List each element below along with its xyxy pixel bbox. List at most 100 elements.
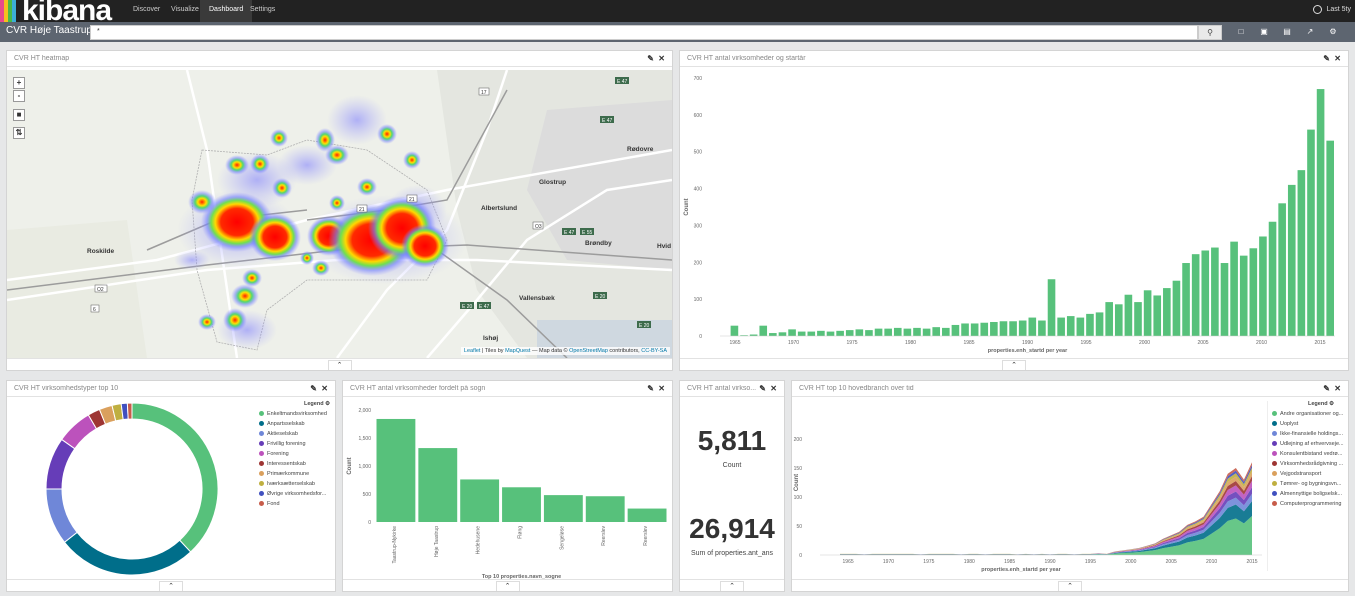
legend-item[interactable]: Aktieselskab bbox=[259, 431, 298, 437]
legend-item[interactable]: Virksomhedsrådgivning ... bbox=[1272, 461, 1343, 467]
license-link[interactable]: CC-BY-SA bbox=[641, 348, 667, 354]
y-tick-label: 100 bbox=[694, 297, 703, 303]
expand-caret[interactable]: ⌃ bbox=[1002, 360, 1026, 370]
bar bbox=[585, 496, 625, 522]
legend-item[interactable]: Øvrige virksomhedsfor... bbox=[259, 491, 326, 497]
x-axis-label: properties.enh_startd per year bbox=[981, 567, 1061, 573]
bar bbox=[627, 508, 667, 522]
legend-label: Forening bbox=[267, 451, 289, 457]
bar bbox=[845, 330, 854, 336]
open-icon[interactable]: ▤ bbox=[1282, 26, 1292, 37]
panel-title: CVR HT top 10 hovedbranch over tid bbox=[799, 385, 914, 392]
close-icon[interactable]: ✕ bbox=[658, 384, 665, 393]
legend-label: Tømrer- og bygningsvn... bbox=[1280, 481, 1342, 487]
legend-label: Ikke-finansielle holdings... bbox=[1280, 431, 1343, 437]
legend-label: Iværksætterselskab bbox=[267, 481, 315, 487]
heatmap-map[interactable]: Roskilde Glostrup Rødovre Albertslund Br… bbox=[7, 70, 672, 358]
legend-dot bbox=[1272, 451, 1277, 457]
top-navbar: kibana Discover Visualize Dashboard Sett… bbox=[0, 0, 1355, 27]
legend-item[interactable]: Fond bbox=[259, 501, 280, 507]
edit-pencil-icon[interactable]: ✎ bbox=[647, 384, 654, 393]
expand-caret[interactable]: ⌃ bbox=[495, 581, 520, 591]
osm-link[interactable]: OpenStreetMap bbox=[569, 348, 608, 354]
legend-item[interactable]: Enkeltmandsvirksomhed bbox=[259, 411, 327, 417]
bar bbox=[961, 323, 969, 336]
new-dashboard-icon[interactable]: □ bbox=[1236, 26, 1246, 37]
legend-title[interactable]: Legend ⚙ bbox=[1308, 401, 1334, 407]
edit-pencil-icon[interactable]: ✎ bbox=[1323, 54, 1330, 63]
bar bbox=[1239, 255, 1248, 336]
draw-rectangle-button[interactable]: ■ bbox=[13, 109, 25, 121]
legend-item[interactable]: Forening bbox=[259, 451, 289, 457]
bar bbox=[970, 323, 979, 336]
expand-caret[interactable]: ⌃ bbox=[1058, 581, 1082, 591]
edit-pencil-icon[interactable]: ✎ bbox=[310, 384, 317, 393]
expand-caret[interactable]: ⌃ bbox=[159, 581, 183, 591]
legend-item[interactable]: Konsulentbistand vedrø... bbox=[1272, 451, 1342, 457]
close-icon[interactable]: ✕ bbox=[1334, 54, 1341, 63]
x-axis-label: properties.enh_startd per year bbox=[988, 348, 1068, 354]
legend-item[interactable]: Iværksætterselskab bbox=[259, 481, 315, 487]
legend-item[interactable]: Ikke-finansielle holdings... bbox=[1272, 431, 1343, 437]
bar bbox=[1086, 313, 1094, 336]
nav-settings[interactable]: Settings bbox=[241, 0, 284, 22]
mapquest-link[interactable]: MapQuest bbox=[505, 348, 530, 354]
panel-title: CVR HT antal virksomheder fordelt på sog… bbox=[350, 385, 486, 392]
legend-item[interactable]: Andre organisationer og... bbox=[1272, 411, 1343, 417]
search-button[interactable]: ⚲ bbox=[1198, 25, 1222, 40]
legend-item[interactable]: Computerprogrammering bbox=[1272, 501, 1341, 507]
kibana-logo[interactable]: kibana bbox=[0, 0, 120, 27]
zoom-out-button[interactable]: - bbox=[13, 90, 25, 102]
zoom-in-button[interactable]: + bbox=[13, 77, 25, 89]
panel-title: CVR HT antal virksomheder og startår bbox=[687, 55, 806, 62]
close-icon[interactable]: ✕ bbox=[770, 384, 777, 393]
edit-pencil-icon[interactable]: ✎ bbox=[759, 384, 766, 393]
bar bbox=[1326, 140, 1334, 336]
x-tick-label: 1985 bbox=[1004, 559, 1015, 565]
bar bbox=[932, 327, 941, 336]
y-tick-label: 0 bbox=[368, 520, 371, 526]
legend-item[interactable]: Frivillig forening bbox=[259, 441, 306, 447]
expand-caret[interactable]: ⌃ bbox=[327, 360, 352, 370]
bar bbox=[1191, 254, 1200, 336]
time-picker[interactable]: Last 5ty bbox=[1313, 0, 1351, 22]
legend-item[interactable]: Vejgodstransport bbox=[1272, 471, 1321, 477]
legend-item[interactable]: Tømrer- og bygningsvn... bbox=[1272, 481, 1341, 487]
bar bbox=[759, 325, 768, 336]
legend-item[interactable]: Primærkommune bbox=[259, 471, 309, 477]
bar bbox=[1172, 280, 1181, 336]
legend-item[interactable]: Uoplyst bbox=[1272, 421, 1298, 427]
settings-gear-icon[interactable]: ⚙ bbox=[1328, 26, 1338, 37]
close-icon[interactable]: ✕ bbox=[1334, 384, 1341, 393]
legend-label: Udlejning af erhvervseje... bbox=[1280, 441, 1344, 447]
y-tick-label: 100 bbox=[794, 495, 803, 501]
legend-dot bbox=[259, 461, 264, 467]
x-tick-label: Reerslev bbox=[601, 526, 607, 546]
panel-heatmap: CVR HT heatmap ✎ ✕ Roskilde Glostrup Rød… bbox=[6, 50, 673, 371]
close-icon[interactable]: ✕ bbox=[321, 384, 328, 393]
legend-item[interactable]: Interessentskab bbox=[259, 461, 306, 467]
bar bbox=[942, 327, 950, 336]
share-icon[interactable]: ↗ bbox=[1305, 26, 1315, 37]
fit-bounds-button[interactable]: ⇅ bbox=[13, 127, 25, 139]
legend-item[interactable]: Almennyttige boligselsk... bbox=[1272, 491, 1342, 497]
x-tick-label: Sengeløse bbox=[559, 526, 565, 550]
legend-item[interactable]: Anpartsselskab bbox=[259, 421, 305, 427]
edit-pencil-icon[interactable]: ✎ bbox=[1323, 384, 1330, 393]
legend-label: Computerprogrammering bbox=[1280, 501, 1342, 507]
save-icon[interactable]: ▣ bbox=[1259, 26, 1269, 37]
legend-title[interactable]: Legend ⚙ bbox=[304, 401, 330, 407]
bar bbox=[893, 327, 902, 336]
leaflet-link[interactable]: Leaflet bbox=[464, 348, 481, 354]
edit-pencil-icon[interactable]: ✎ bbox=[647, 54, 654, 63]
search-input[interactable]: * bbox=[90, 25, 1198, 40]
expand-caret[interactable]: ⌃ bbox=[720, 581, 744, 591]
close-icon[interactable]: ✕ bbox=[658, 54, 665, 63]
legend-label: Konsulentbistand vedrø... bbox=[1280, 451, 1343, 457]
legend-label: Enkeltmandsvirksomhed bbox=[267, 411, 327, 417]
bar bbox=[874, 328, 883, 336]
legend-dot bbox=[259, 411, 264, 417]
legend-item[interactable]: Udlejning af erhvervseje... bbox=[1272, 441, 1344, 447]
bar bbox=[1307, 129, 1315, 336]
legend-types: Legend ⚙ Enkeltmandsvirksomhed Anpartssel… bbox=[259, 401, 335, 571]
